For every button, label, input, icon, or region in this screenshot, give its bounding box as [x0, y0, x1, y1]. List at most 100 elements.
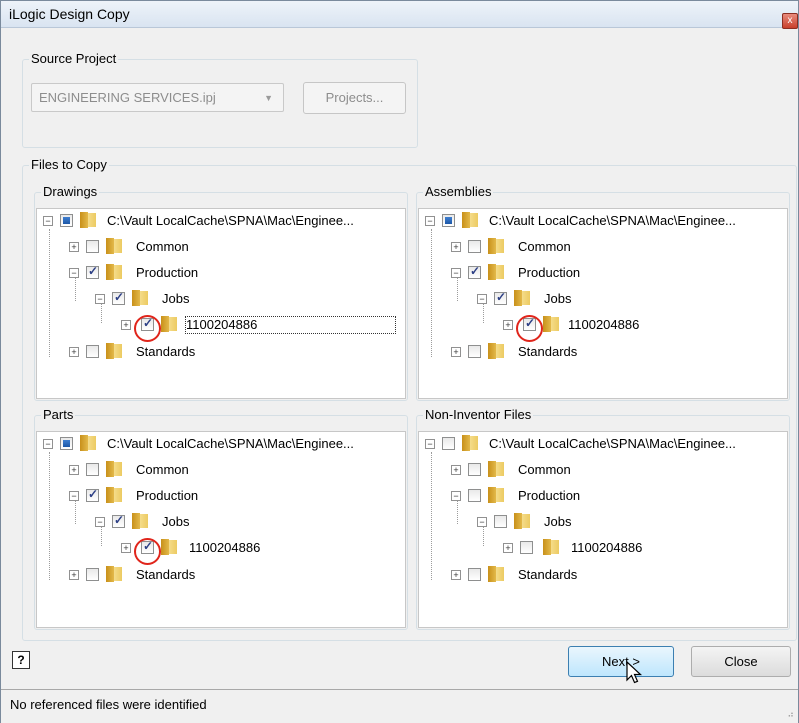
expand-plus-icon[interactable]: + [451, 242, 461, 252]
tree-node-standards[interactable]: + Standards [419, 565, 787, 585]
collapse-minus-icon[interactable]: − [451, 491, 461, 501]
expand-plus-icon[interactable]: + [451, 570, 461, 580]
checkbox-icon[interactable] [86, 568, 99, 581]
assemblies-tree[interactable]: − C:\Vault LocalCache\SPNA\Mac\Enginee..… [418, 208, 788, 399]
tree-node-jobs[interactable]: − Jobs [419, 289, 787, 309]
folder-icon [488, 487, 504, 503]
projects-button[interactable]: Projects... [303, 82, 406, 114]
tree-node-root[interactable]: − C:\Vault LocalCache\SPNA\Mac\Enginee..… [37, 211, 405, 231]
checkbox-icon[interactable] [86, 264, 99, 279]
tree-node-root[interactable]: − C:\Vault LocalCache\SPNA\Mac\Enginee..… [419, 434, 787, 454]
checkbox-icon[interactable] [60, 214, 73, 227]
folder-icon [488, 238, 504, 254]
close-icon[interactable]: x [782, 13, 798, 29]
folder-icon [488, 264, 504, 280]
tree-node-jobs[interactable]: − Jobs [419, 512, 787, 532]
tree-node-root[interactable]: − C:\Vault LocalCache\SPNA\Mac\Enginee..… [37, 434, 405, 454]
collapse-minus-icon[interactable]: − [477, 294, 487, 304]
tree-node-job-number[interactable]: + 1100204886 [419, 315, 787, 335]
checkbox-icon[interactable] [468, 568, 481, 581]
collapse-minus-icon[interactable]: − [425, 439, 435, 449]
parts-label: Parts [41, 407, 76, 423]
collapse-minus-icon[interactable]: − [69, 268, 79, 278]
folder-icon [106, 343, 122, 359]
tree-node-job-number[interactable]: + 1100204886 [37, 538, 405, 558]
tree-node-root[interactable]: − C:\Vault LocalCache\SPNA\Mac\Enginee..… [419, 211, 787, 231]
drawings-tree[interactable]: − C:\Vault LocalCache\SPNA\Mac\Enginee..… [36, 208, 406, 399]
parts-tree[interactable]: − C:\Vault LocalCache\SPNA\Mac\Enginee..… [36, 431, 406, 628]
checkbox-icon[interactable] [468, 463, 481, 476]
expand-plus-icon[interactable]: + [451, 347, 461, 357]
folder-icon [106, 264, 122, 280]
tree-node-production[interactable]: − Production [419, 486, 787, 506]
collapse-minus-icon[interactable]: − [425, 216, 435, 226]
title-bar[interactable]: iLogic Design Copy x [1, 1, 798, 29]
tree-node-label: 1100204886 [189, 540, 261, 555]
expand-plus-icon[interactable]: + [121, 543, 131, 553]
collapse-minus-icon[interactable]: − [43, 439, 53, 449]
tree-node-production[interactable]: − Production [37, 486, 405, 506]
folder-icon [462, 212, 478, 228]
checkbox-icon[interactable] [494, 515, 507, 528]
status-bar: No referenced files were identified ⠴ [1, 689, 798, 723]
tree-node-common[interactable]: + Common [37, 460, 405, 480]
expand-plus-icon[interactable]: + [503, 320, 513, 330]
collapse-minus-icon[interactable]: − [477, 517, 487, 527]
checkbox-icon[interactable] [112, 513, 125, 528]
window-title: iLogic Design Copy [9, 6, 130, 22]
tree-node-standards[interactable]: + Standards [37, 565, 405, 585]
resize-grip-icon[interactable]: ⠴ [787, 709, 794, 720]
checkbox-icon[interactable] [442, 437, 455, 450]
non-inventor-tree[interactable]: − C:\Vault LocalCache\SPNA\Mac\Enginee..… [418, 431, 788, 628]
tree-node-production[interactable]: − Production [37, 263, 405, 283]
checkbox-icon[interactable] [520, 541, 533, 554]
collapse-minus-icon[interactable]: − [95, 517, 105, 527]
tree-node-label: 1100204886 [571, 540, 643, 555]
checkbox-icon[interactable] [86, 240, 99, 253]
expand-plus-icon[interactable]: + [451, 465, 461, 475]
checkbox-icon[interactable] [442, 214, 455, 227]
tree-node-standards[interactable]: + Standards [37, 342, 405, 362]
expand-plus-icon[interactable]: + [69, 570, 79, 580]
checkbox-icon[interactable] [60, 437, 73, 450]
checkbox-icon[interactable] [468, 264, 481, 279]
tree-node-job-number[interactable]: + 1100204886 [419, 538, 787, 558]
help-icon[interactable]: ? [12, 651, 30, 669]
tree-node-jobs[interactable]: − Jobs [37, 512, 405, 532]
tree-node-label: Production [136, 488, 199, 503]
collapse-minus-icon[interactable]: − [69, 491, 79, 501]
tree-node-common[interactable]: + Common [419, 460, 787, 480]
expand-plus-icon[interactable]: + [121, 320, 131, 330]
collapse-minus-icon[interactable]: − [95, 294, 105, 304]
checkbox-icon[interactable] [468, 240, 481, 253]
checkbox-icon[interactable] [86, 463, 99, 476]
checkbox-icon[interactable] [468, 345, 481, 358]
checkbox-icon[interactable] [86, 345, 99, 358]
tree-node-label: Common [136, 239, 189, 254]
tree-node-common[interactable]: + Common [419, 237, 787, 257]
tree-node-label: Standards [518, 344, 578, 359]
next-button[interactable]: Next > [568, 646, 674, 677]
checkbox-icon[interactable] [494, 290, 507, 305]
checkbox-icon[interactable] [468, 489, 481, 502]
expand-plus-icon[interactable]: + [69, 242, 79, 252]
tree-node-label: Common [136, 462, 189, 477]
tree-node-label: Standards [136, 567, 196, 582]
expand-plus-icon[interactable]: + [69, 347, 79, 357]
collapse-minus-icon[interactable]: − [43, 216, 53, 226]
checkbox-icon[interactable] [112, 290, 125, 305]
tree-node-standards[interactable]: + Standards [419, 342, 787, 362]
close-button[interactable]: Close [691, 646, 791, 677]
tree-node-label: Jobs [162, 514, 190, 529]
tree-node-jobs[interactable]: − Jobs [37, 289, 405, 309]
tree-node-production[interactable]: − Production [419, 263, 787, 283]
tree-node-common[interactable]: + Common [37, 237, 405, 257]
project-combo[interactable]: ENGINEERING SERVICES.ipj ▼ [31, 83, 284, 112]
expand-plus-icon[interactable]: + [503, 543, 513, 553]
collapse-minus-icon[interactable]: − [451, 268, 461, 278]
tree-node-job-number[interactable]: + 1100204886 [37, 315, 405, 335]
tree-node-label: Standards [136, 344, 196, 359]
checkbox-icon[interactable] [86, 487, 99, 502]
expand-plus-icon[interactable]: + [69, 465, 79, 475]
folder-icon [488, 343, 504, 359]
